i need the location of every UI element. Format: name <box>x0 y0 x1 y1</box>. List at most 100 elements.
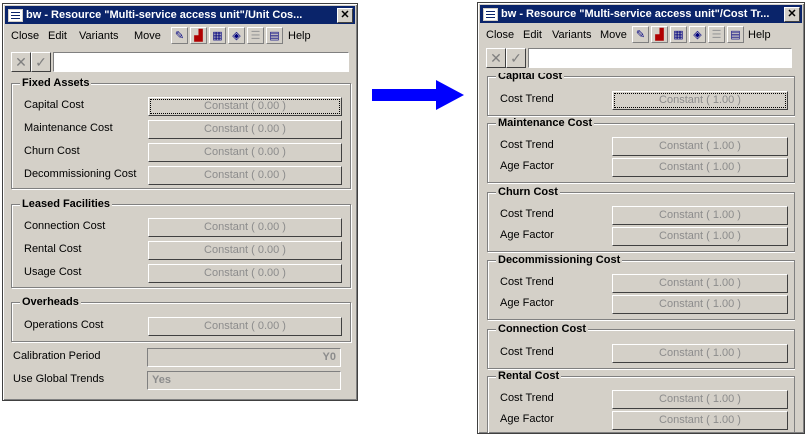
row-label: Cost Trend <box>500 139 554 151</box>
calibration-period-field: Y0 <box>147 348 341 367</box>
value-button[interactable]: Constant ( 1.00 ) <box>612 390 788 409</box>
row-label: Cost Trend <box>500 392 554 404</box>
menu-edit[interactable]: Edit <box>523 29 542 41</box>
title-bar[interactable]: bw - Resource "Multi-service access unit… <box>480 5 802 23</box>
menu-close[interactable]: Close <box>486 29 514 41</box>
group-title: Churn Cost <box>496 186 560 198</box>
chart-icon[interactable]: ▟ <box>651 26 668 43</box>
menu-move[interactable]: Move <box>134 30 161 42</box>
group-rental-cost: Rental Cost Cost Trend Constant ( 1.00 )… <box>487 370 795 433</box>
row-label: Age Factor <box>500 229 554 241</box>
row-label: Cost Trend <box>500 208 554 220</box>
command-row: ✕ ✓ <box>11 52 349 73</box>
menu-edit[interactable]: Edit <box>48 30 67 42</box>
group-churn-cost: Churn Cost Cost Trend Constant ( 1.00 ) … <box>487 186 795 252</box>
value-button[interactable]: Constant ( 0.00 ) <box>148 166 342 185</box>
database-icon[interactable]: ◈ <box>689 26 706 43</box>
value-button[interactable]: Constant ( 0.00 ) <box>148 143 342 162</box>
row-label: Rental Cost <box>24 243 82 255</box>
group-title: Overheads <box>20 296 81 308</box>
row-label: Age Factor <box>500 297 554 309</box>
group-title: Maintenance Cost <box>496 117 595 129</box>
group-connection-cost: Connection Cost Cost Trend Constant ( 1.… <box>487 323 795 369</box>
calculator-icon[interactable]: ▤ <box>266 27 283 44</box>
menu-bar: Close Edit Variants Move ✎ ▟ ▦ ◈ ☰ ▤ Hel… <box>482 25 800 47</box>
database-icon[interactable]: ◈ <box>228 27 245 44</box>
menu-close[interactable]: Close <box>11 30 39 42</box>
row-label: Capital Cost <box>24 99 84 111</box>
edit-field[interactable] <box>528 48 792 68</box>
value-button[interactable]: Constant ( 0.00 ) <box>148 97 342 116</box>
group-title: Connection Cost <box>496 323 588 335</box>
menu-bar: Close Edit Variants Move ✎ ▟ ▦ ◈ ☰ ▤ Hel… <box>7 26 353 48</box>
properties-icon[interactable]: ✎ <box>171 27 188 44</box>
group-title: Leased Facilities <box>20 198 113 210</box>
calibration-period-label: Calibration Period <box>13 350 101 362</box>
row-label: Operations Cost <box>24 319 104 331</box>
group-maintenance-cost: Maintenance Cost Cost Trend Constant ( 1… <box>487 117 795 183</box>
value-button[interactable]: Constant ( 1.00 ) <box>612 206 788 225</box>
value-button[interactable]: Constant ( 0.00 ) <box>148 264 342 283</box>
app-icon <box>483 8 498 21</box>
value-button[interactable]: Constant ( 1.00 ) <box>612 137 788 156</box>
menu-help[interactable]: Help <box>288 30 311 42</box>
table-icon[interactable]: ▦ <box>670 26 687 43</box>
list-icon: ☰ <box>247 27 264 44</box>
confirm-icon[interactable]: ✓ <box>31 52 51 72</box>
group-decommissioning-cost: Decommissioning Cost Cost Trend Constant… <box>487 254 795 320</box>
value-button[interactable]: Constant ( 0.00 ) <box>148 241 342 260</box>
value-button[interactable]: Constant ( 1.00 ) <box>612 91 788 110</box>
value-button[interactable]: Constant ( 1.00 ) <box>612 158 788 177</box>
group-title: Decommissioning Cost <box>496 254 623 266</box>
group-title: Rental Cost <box>496 370 562 382</box>
row-label: Decommissioning Cost <box>24 168 137 180</box>
value-button[interactable]: Constant ( 1.00 ) <box>612 411 788 430</box>
window-title: bw - Resource "Multi-service access unit… <box>26 9 303 21</box>
command-row: ✕ ✓ <box>486 48 792 69</box>
edit-field[interactable] <box>53 52 349 72</box>
cost-trend-list[interactable]: Capital Cost Cost Trend Constant ( 1.00 … <box>481 73 795 433</box>
menu-variants[interactable]: Variants <box>79 30 119 42</box>
group-title: Fixed Assets <box>20 77 92 89</box>
properties-icon[interactable]: ✎ <box>632 26 649 43</box>
row-label: Usage Cost <box>24 266 82 278</box>
cancel-icon[interactable]: ✕ <box>11 52 31 72</box>
row-label: Cost Trend <box>500 93 554 105</box>
app-icon <box>8 9 23 22</box>
row-label: Churn Cost <box>24 145 80 157</box>
value-button[interactable]: Constant ( 1.00 ) <box>612 295 788 314</box>
value-button[interactable]: Constant ( 1.00 ) <box>612 274 788 293</box>
right-arrow-icon <box>372 80 464 110</box>
value-button[interactable]: Constant ( 0.00 ) <box>148 218 342 237</box>
group-overheads: Overheads Operations Cost Constant ( 0.0… <box>11 296 351 342</box>
value-button[interactable]: Constant ( 1.00 ) <box>612 344 788 363</box>
group-capital-cost: Capital Cost Cost Trend Constant ( 1.00 … <box>487 73 795 116</box>
row-label: Age Factor <box>500 413 554 425</box>
title-bar[interactable]: bw - Resource "Multi-service access unit… <box>5 6 355 24</box>
group-title: Capital Cost <box>496 73 565 82</box>
confirm-icon[interactable]: ✓ <box>506 48 526 68</box>
use-global-trends-label: Use Global Trends <box>13 373 105 385</box>
window-title: bw - Resource "Multi-service access unit… <box>501 8 770 20</box>
close-icon[interactable]: ✕ <box>337 8 353 23</box>
chart-icon[interactable]: ▟ <box>190 27 207 44</box>
list-icon: ☰ <box>708 26 725 43</box>
value-button[interactable]: Constant ( 0.00 ) <box>148 120 342 139</box>
menu-help[interactable]: Help <box>748 29 771 41</box>
table-icon[interactable]: ▦ <box>209 27 226 44</box>
cancel-icon[interactable]: ✕ <box>486 48 506 68</box>
value-button[interactable]: Constant ( 0.00 ) <box>148 317 342 336</box>
row-label: Cost Trend <box>500 276 554 288</box>
group-leased-facilities: Leased Facilities Connection Cost Consta… <box>11 198 351 288</box>
menu-move[interactable]: Move <box>600 29 627 41</box>
menu-variants[interactable]: Variants <box>552 29 592 41</box>
group-fixed-assets: Fixed Assets Capital Cost Constant ( 0.0… <box>11 77 351 189</box>
unit-cost-window: bw - Resource "Multi-service access unit… <box>2 3 358 401</box>
row-label: Age Factor <box>500 160 554 172</box>
value-button[interactable]: Constant ( 1.00 ) <box>612 227 788 246</box>
cost-trend-window: bw - Resource "Multi-service access unit… <box>477 2 805 434</box>
row-label: Connection Cost <box>24 220 106 232</box>
calculator-icon[interactable]: ▤ <box>727 26 744 43</box>
row-label: Cost Trend <box>500 346 554 358</box>
close-icon[interactable]: ✕ <box>784 7 800 22</box>
